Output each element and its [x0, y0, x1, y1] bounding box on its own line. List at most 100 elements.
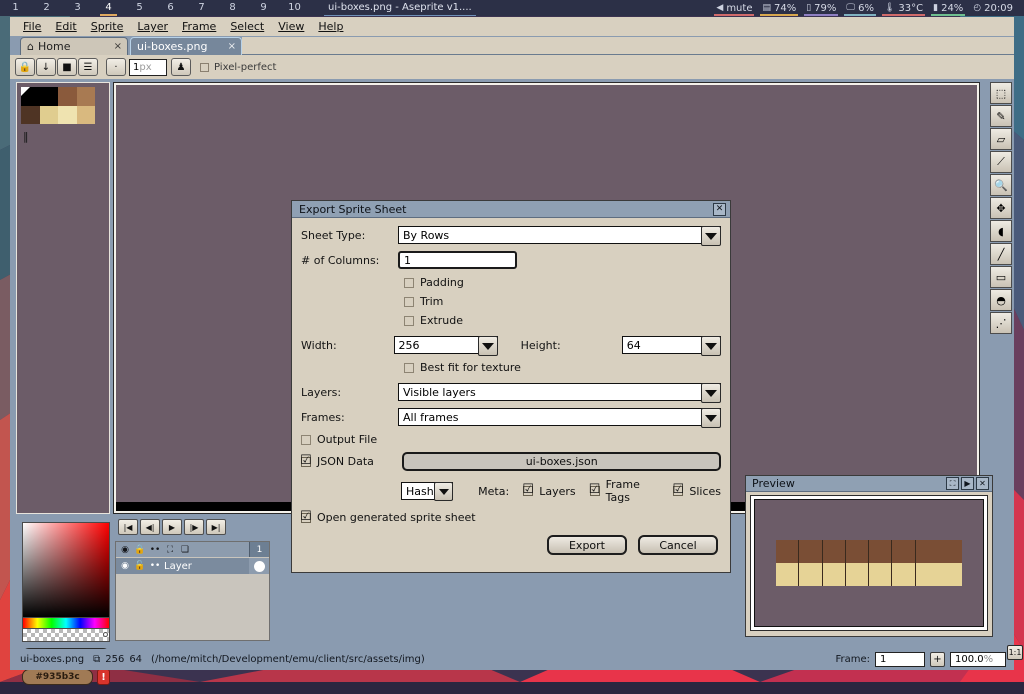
menu-select[interactable]: Select: [223, 18, 271, 35]
pixel-perfect-checkbox[interactable]: [200, 63, 209, 72]
pixel-perfect-option[interactable]: Pixel-perfect: [200, 62, 276, 73]
fill-square-button[interactable]: ■: [57, 58, 77, 76]
go-last-frame-button[interactable]: ▶|: [206, 519, 226, 535]
workspace-8[interactable]: 8: [217, 0, 248, 16]
width-chevron-down-icon[interactable]: [478, 336, 498, 356]
paint-bucket-tool[interactable]: ◖: [990, 220, 1012, 242]
taskbar-window-title[interactable]: ui-boxes.png - Aseprite v1....: [324, 0, 476, 16]
play-preview-button[interactable]: ▶: [961, 477, 974, 490]
width-select[interactable]: 256: [394, 336, 498, 354]
lock-button[interactable]: 🔒: [15, 58, 35, 76]
go-first-frame-button[interactable]: |◀: [118, 519, 138, 535]
tray-volume[interactable]: ◀ mute: [711, 0, 757, 16]
menu-view[interactable]: View: [271, 18, 311, 35]
layers-chevron-down-icon[interactable]: [701, 383, 721, 403]
tray-temperature[interactable]: 🌡 33°C: [879, 0, 928, 16]
lock-icon[interactable]: 🔒: [134, 545, 146, 555]
layer-continuous-icon[interactable]: ••: [149, 561, 161, 571]
preview-body[interactable]: [750, 495, 988, 631]
close-preview-button[interactable]: ✕: [976, 477, 989, 490]
layer-cel[interactable]: [249, 558, 269, 574]
export-button[interactable]: Export: [547, 535, 627, 555]
go-prev-frame-button[interactable]: ◀|: [140, 519, 160, 535]
height-select[interactable]: 64: [622, 336, 721, 354]
sheet-type-select[interactable]: By Rows: [398, 226, 721, 244]
contour-tool[interactable]: ◓: [990, 289, 1012, 311]
tab-home[interactable]: ⌂ Home ×: [20, 37, 128, 55]
tab-home-close-icon[interactable]: ×: [114, 41, 122, 52]
columns-input[interactable]: 1: [398, 251, 517, 269]
frame-column-header[interactable]: 1: [249, 542, 269, 557]
eraser-tool[interactable]: ▱: [990, 128, 1012, 150]
layer-lock-icon[interactable]: 🔓: [134, 561, 146, 571]
workspace-10[interactable]: 10: [279, 0, 310, 16]
close-icon[interactable]: ✕: [713, 203, 726, 216]
workspace-2[interactable]: 2: [31, 0, 62, 16]
height-chevron-down-icon[interactable]: [701, 336, 721, 356]
json-format-chevron-down-icon[interactable]: [434, 482, 453, 501]
padding-option[interactable]: Padding: [404, 276, 721, 289]
frame-input[interactable]: 1: [875, 652, 925, 667]
move-tool[interactable]: ✥: [990, 197, 1012, 219]
pencil-tool[interactable]: ✎: [990, 105, 1012, 127]
layers-select[interactable]: Visible layers: [398, 383, 721, 401]
zoom-input[interactable]: 100.0%: [950, 652, 1006, 667]
brush-size-input[interactable]: 1px: [129, 59, 167, 76]
tab-ui-boxes-close-icon[interactable]: ×: [228, 41, 236, 52]
color-gradient-square[interactable]: [22, 522, 110, 618]
layer-eye-icon[interactable]: ◉: [119, 561, 131, 571]
frames-select[interactable]: All frames: [398, 408, 721, 426]
best-fit-option[interactable]: Best fit for texture: [404, 361, 721, 374]
workspace-3[interactable]: 3: [62, 0, 93, 16]
rectangle-tool[interactable]: ▭: [990, 266, 1012, 288]
alpha-slider[interactable]: [22, 629, 110, 642]
dialog-title-bar[interactable]: Export Sprite Sheet ✕: [292, 201, 730, 218]
menu-layer[interactable]: Layer: [130, 18, 175, 35]
maximize-preview-button[interactable]: ⛶: [946, 477, 959, 490]
menu-sprite[interactable]: Sprite: [84, 18, 131, 35]
extrude-checkbox[interactable]: [404, 316, 414, 326]
tray-clock[interactable]: ◴ 20:09: [968, 0, 1018, 16]
open-generated-checkbox[interactable]: [301, 513, 311, 523]
padding-checkbox[interactable]: [404, 278, 414, 288]
output-file-checkbox[interactable]: [301, 435, 311, 445]
marquee-select-tool[interactable]: ⬚: [990, 82, 1012, 104]
frames-chevron-down-icon[interactable]: [701, 408, 721, 428]
line-tool[interactable]: ╱: [990, 243, 1012, 265]
json-format-select[interactable]: Hash: [401, 482, 453, 500]
add-frame-button[interactable]: +: [930, 652, 945, 667]
extrude-option[interactable]: Extrude: [404, 314, 721, 327]
spray-tool[interactable]: ⋰: [990, 312, 1012, 334]
ink-icon[interactable]: ♟: [171, 58, 191, 76]
color-warning-icon[interactable]: !: [97, 669, 110, 685]
tray-cpu[interactable]: ▤ 74%: [757, 0, 801, 16]
meta-layers-checkbox[interactable]: [523, 486, 533, 496]
preview-canvas[interactable]: [754, 499, 984, 627]
cancel-button[interactable]: Cancel: [638, 535, 718, 555]
workspace-4[interactable]: 4: [93, 0, 124, 16]
group-icon[interactable]: ⛶: [164, 545, 176, 555]
json-filename-button[interactable]: ui-boxes.json: [402, 452, 721, 471]
tray-disk[interactable]: 🖵 6%: [841, 0, 879, 16]
open-generated-option[interactable]: Open generated sprite sheet: [301, 511, 721, 524]
tab-ui-boxes[interactable]: ui-boxes.png ×: [130, 37, 242, 55]
dot-button[interactable]: ·: [106, 58, 126, 76]
meta-slices-checkbox[interactable]: [673, 486, 683, 496]
workspace-6[interactable]: 6: [155, 0, 186, 16]
layer-row[interactable]: ◉ 🔓 •• Layer: [116, 558, 269, 574]
menu-frame[interactable]: Frame: [175, 18, 223, 35]
output-file-option[interactable]: Output File: [301, 433, 721, 446]
meta-frame-tags-checkbox[interactable]: [590, 486, 600, 496]
continuous-icon[interactable]: ••: [149, 545, 161, 555]
workspace-5[interactable]: 5: [124, 0, 155, 16]
workspace-9[interactable]: 9: [248, 0, 279, 16]
hue-slider[interactable]: [22, 618, 110, 629]
workspace-1[interactable]: 1: [0, 0, 31, 16]
workspace-7[interactable]: 7: [186, 0, 217, 16]
chevron-down-icon[interactable]: [701, 226, 721, 246]
sprite-thumbnail-panel[interactable]: ‖: [16, 82, 110, 514]
menu-file[interactable]: File: [16, 18, 48, 35]
copy-icon[interactable]: ❏: [179, 545, 191, 555]
eyedropper-tool[interactable]: ⟋: [990, 151, 1012, 173]
trim-option[interactable]: Trim: [404, 295, 721, 308]
